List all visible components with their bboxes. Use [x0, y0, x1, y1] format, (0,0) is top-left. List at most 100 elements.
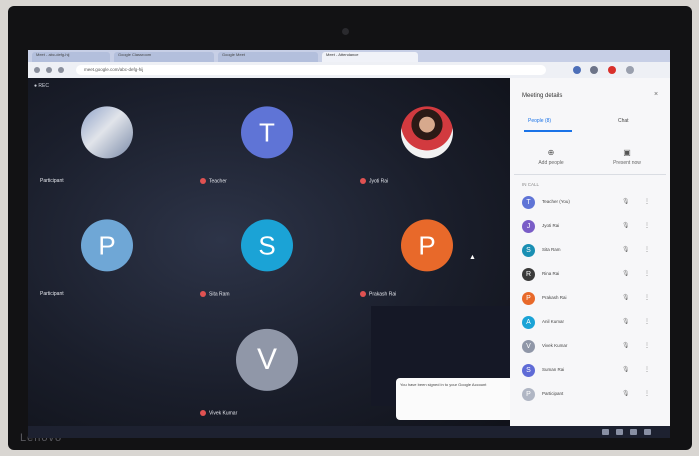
participant-tile[interactable]: S Sita Ram — [192, 193, 342, 303]
participant-row-name: Anil Kumar — [542, 319, 565, 324]
participant-row-avatar: P — [522, 292, 535, 305]
mic-icon[interactable]: 🎙 — [622, 390, 630, 397]
participant-row[interactable]: T Teacher (You) 🎙 ⋮ — [514, 192, 666, 214]
mic-icon[interactable]: 🎙 — [622, 222, 630, 229]
mic-icon[interactable]: 🎙 — [622, 270, 630, 277]
participant-name: Sita Ram — [200, 290, 230, 297]
participant-row-name: Jyoti Rai — [542, 223, 560, 228]
notification-popup[interactable]: You have been signed in to your Google A… — [396, 378, 516, 420]
muted-mic-icon — [360, 177, 366, 184]
mic-icon[interactable]: 🎙 — [622, 198, 630, 205]
more-options-icon[interactable]: ⋮ — [644, 318, 650, 325]
participant-row[interactable]: A Anil Kumar 🎙 ⋮ — [514, 312, 666, 334]
mic-icon[interactable]: 🎙 — [622, 342, 630, 349]
tray-icon[interactable] — [616, 429, 623, 435]
tray-icon[interactable] — [602, 429, 609, 435]
participant-row-name: Suman Rai — [542, 367, 565, 372]
back-icon[interactable] — [34, 67, 40, 73]
url-field[interactable]: meet.google.com/abc-defg-hij — [76, 65, 546, 75]
meeting-grid: ● REC Participant T Teacher Jyoti Rai P … — [28, 78, 516, 438]
participant-row[interactable]: S Suman Rai 🎙 ⋮ — [514, 360, 666, 382]
participant-row-avatar: S — [522, 244, 535, 257]
participant-row-name: Vivek Kumar — [542, 343, 568, 348]
more-options-icon[interactable]: ⋮ — [644, 198, 650, 205]
participant-row[interactable]: P Participant 🎙 ⋮ — [514, 384, 666, 406]
participant-row-name: Participant — [542, 391, 564, 396]
more-options-icon[interactable]: ⋮ — [644, 246, 650, 253]
panel-title: Meeting details — [522, 93, 563, 99]
mic-icon[interactable]: 🎙 — [622, 246, 630, 253]
muted-mic-icon — [200, 290, 206, 297]
participant-row-name: Teacher (You) — [542, 199, 570, 204]
participant-row-name: Rina Rai — [542, 271, 560, 276]
tray-icon[interactable] — [630, 429, 637, 435]
webcam — [342, 28, 349, 35]
participant-tile[interactable]: P Participant — [32, 193, 182, 303]
more-options-icon[interactable]: ⋮ — [644, 366, 650, 373]
laptop-screen: Meet - abc-defg-hij Google Classroom Goo… — [28, 50, 670, 438]
browser-tab-bar: Meet - abc-defg-hij Google Classroom Goo… — [28, 50, 670, 62]
menu-icon[interactable] — [626, 66, 634, 74]
tab-people[interactable]: People (8) — [528, 118, 551, 124]
browser-tab[interactable]: Meet - abc-defg-hij — [32, 52, 110, 62]
more-options-icon[interactable]: ⋮ — [644, 270, 650, 277]
participant-name: Jyoti Rai — [360, 177, 388, 184]
muted-mic-icon — [200, 177, 206, 184]
participant-row[interactable]: R Rina Rai 🎙 ⋮ — [514, 264, 666, 286]
participant-row[interactable]: S Sita Ram 🎙 ⋮ — [514, 240, 666, 262]
participant-row-avatar: A — [522, 316, 535, 329]
participant-avatar: V — [236, 328, 298, 391]
more-options-icon[interactable]: ⋮ — [644, 222, 650, 229]
participant-row-avatar: T — [522, 196, 535, 209]
add-people-button[interactable]: ⊕ Add people — [526, 148, 576, 166]
participant-row[interactable]: J Jyoti Rai 🎙 ⋮ — [514, 216, 666, 238]
participant-row-name: Sita Ram — [542, 247, 561, 252]
tab-chat[interactable]: Chat — [618, 118, 629, 124]
browser-tab-active[interactable]: Meet - Attendance — [322, 52, 418, 62]
mic-icon[interactable]: 🎙 — [622, 318, 630, 325]
profile-avatar[interactable] — [608, 66, 616, 74]
mouse-pointer-icon: ▲ — [469, 254, 476, 261]
participants-panel: Meeting details × People (8) Chat ⊕ Add p… — [510, 78, 670, 438]
participant-tile[interactable]: V Vivek Kumar — [192, 308, 342, 418]
participant-tile[interactable]: Jyoti Rai — [352, 80, 502, 190]
present-now-button[interactable]: ▣ Present now — [602, 148, 652, 166]
participant-avatar: P — [401, 219, 453, 272]
participant-avatar — [81, 106, 133, 159]
participant-tile[interactable]: Participant — [32, 80, 182, 190]
participant-name: Teacher — [200, 177, 227, 184]
taskbar — [28, 426, 670, 438]
participant-avatar: T — [241, 106, 293, 159]
participant-tile[interactable]: P Prakash Rai — [352, 193, 502, 303]
browser-tab[interactable]: Google Meet — [218, 52, 318, 62]
in-call-label: IN CALL — [522, 182, 540, 187]
close-icon[interactable]: × — [654, 91, 658, 98]
add-person-icon: ⊕ — [547, 148, 555, 157]
more-options-icon[interactable]: ⋮ — [644, 342, 650, 349]
participant-name: Prakash Rai — [360, 290, 396, 297]
participant-avatar: S — [241, 219, 293, 272]
mic-icon[interactable]: 🎙 — [622, 294, 630, 301]
tray-icon[interactable] — [644, 429, 651, 435]
participant-row[interactable]: V Vivek Kumar 🎙 ⋮ — [514, 336, 666, 358]
participant-tile[interactable]: T Teacher — [192, 80, 342, 190]
participant-row-avatar: P — [522, 388, 535, 401]
participant-row-avatar: J — [522, 220, 535, 233]
participant-name: Vivek Kumar — [200, 409, 237, 416]
extension-icon[interactable] — [590, 66, 598, 74]
mic-icon[interactable]: 🎙 — [622, 366, 630, 373]
more-options-icon[interactable]: ⋮ — [644, 390, 650, 397]
reload-icon[interactable] — [58, 67, 64, 73]
participant-row-avatar: V — [522, 340, 535, 353]
muted-mic-icon — [360, 290, 366, 297]
extension-icon[interactable] — [573, 66, 581, 74]
address-bar-row: meet.google.com/abc-defg-hij — [28, 62, 670, 79]
browser-tab[interactable]: Google Classroom — [114, 52, 214, 62]
participant-row-name: Prakash Rai — [542, 295, 567, 300]
present-icon: ▣ — [623, 148, 631, 157]
participant-name: Participant — [40, 178, 64, 184]
forward-icon[interactable] — [46, 67, 52, 73]
participant-row[interactable]: P Prakash Rai 🎙 ⋮ — [514, 288, 666, 310]
more-options-icon[interactable]: ⋮ — [644, 294, 650, 301]
muted-mic-icon — [200, 409, 206, 416]
